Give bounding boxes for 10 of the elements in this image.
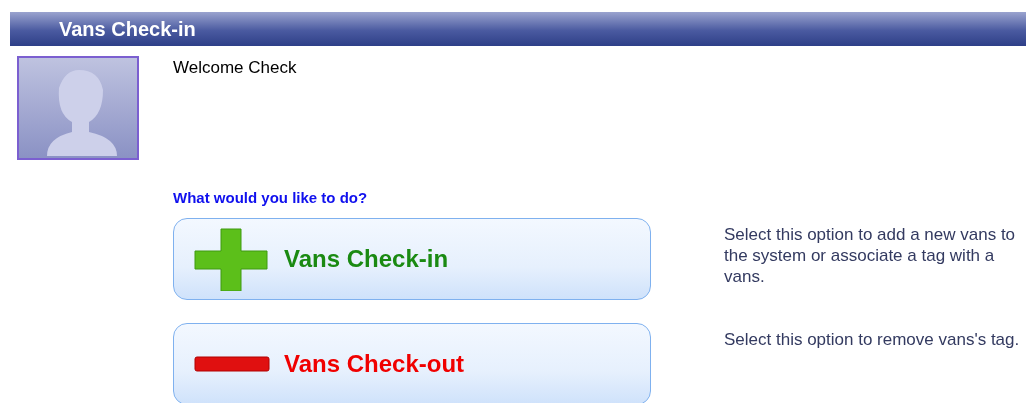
action-button[interactable]: Vans Check-in xyxy=(173,218,651,300)
option-description: Select this option to add a new vans to the system or associate a tag with a vans. xyxy=(724,224,1017,287)
prompt-text: What would you like to do? xyxy=(173,189,369,206)
action-button[interactable]: Vans Check-out xyxy=(173,323,651,403)
minus-icon xyxy=(194,356,270,372)
option-description: Select this option to remove vans's tag. xyxy=(724,329,1021,350)
welcome-text: Welcome Check xyxy=(173,58,297,79)
page-title: Vans Check-in xyxy=(59,17,196,41)
plus-icon xyxy=(194,227,270,291)
avatar-icon xyxy=(17,56,139,160)
